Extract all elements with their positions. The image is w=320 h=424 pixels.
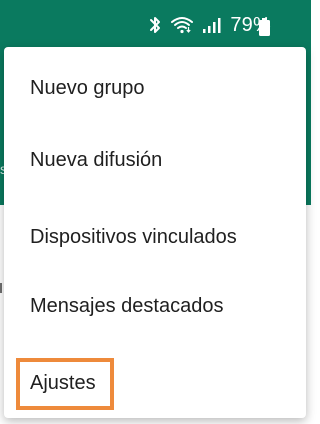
- menu-item-label: Nuevo grupo: [30, 76, 145, 99]
- bluetooth-icon: [148, 16, 162, 34]
- body-edge-mark: [0, 283, 2, 293]
- wifi-icon: [170, 16, 194, 34]
- battery-icon: [259, 18, 270, 36]
- menu-item-label: Mensajes destacados: [30, 294, 224, 317]
- menu-item-label: Nueva difusión: [30, 148, 163, 171]
- status-bar: 79%: [0, 0, 311, 50]
- status-icons: 79%: [148, 13, 271, 37]
- menu-item-mensajes-destacados[interactable]: Mensajes destacados: [4, 271, 306, 341]
- highlight-box: [16, 358, 114, 410]
- signal-icon: [202, 16, 222, 34]
- menu-item-nueva-difusion[interactable]: Nueva difusión: [4, 125, 306, 195]
- menu-item-dispositivos-vinculados[interactable]: Dispositivos vinculados: [4, 202, 306, 272]
- menu-item-nuevo-grupo[interactable]: Nuevo grupo: [4, 53, 306, 123]
- menu-item-label: Dispositivos vinculados: [30, 225, 237, 248]
